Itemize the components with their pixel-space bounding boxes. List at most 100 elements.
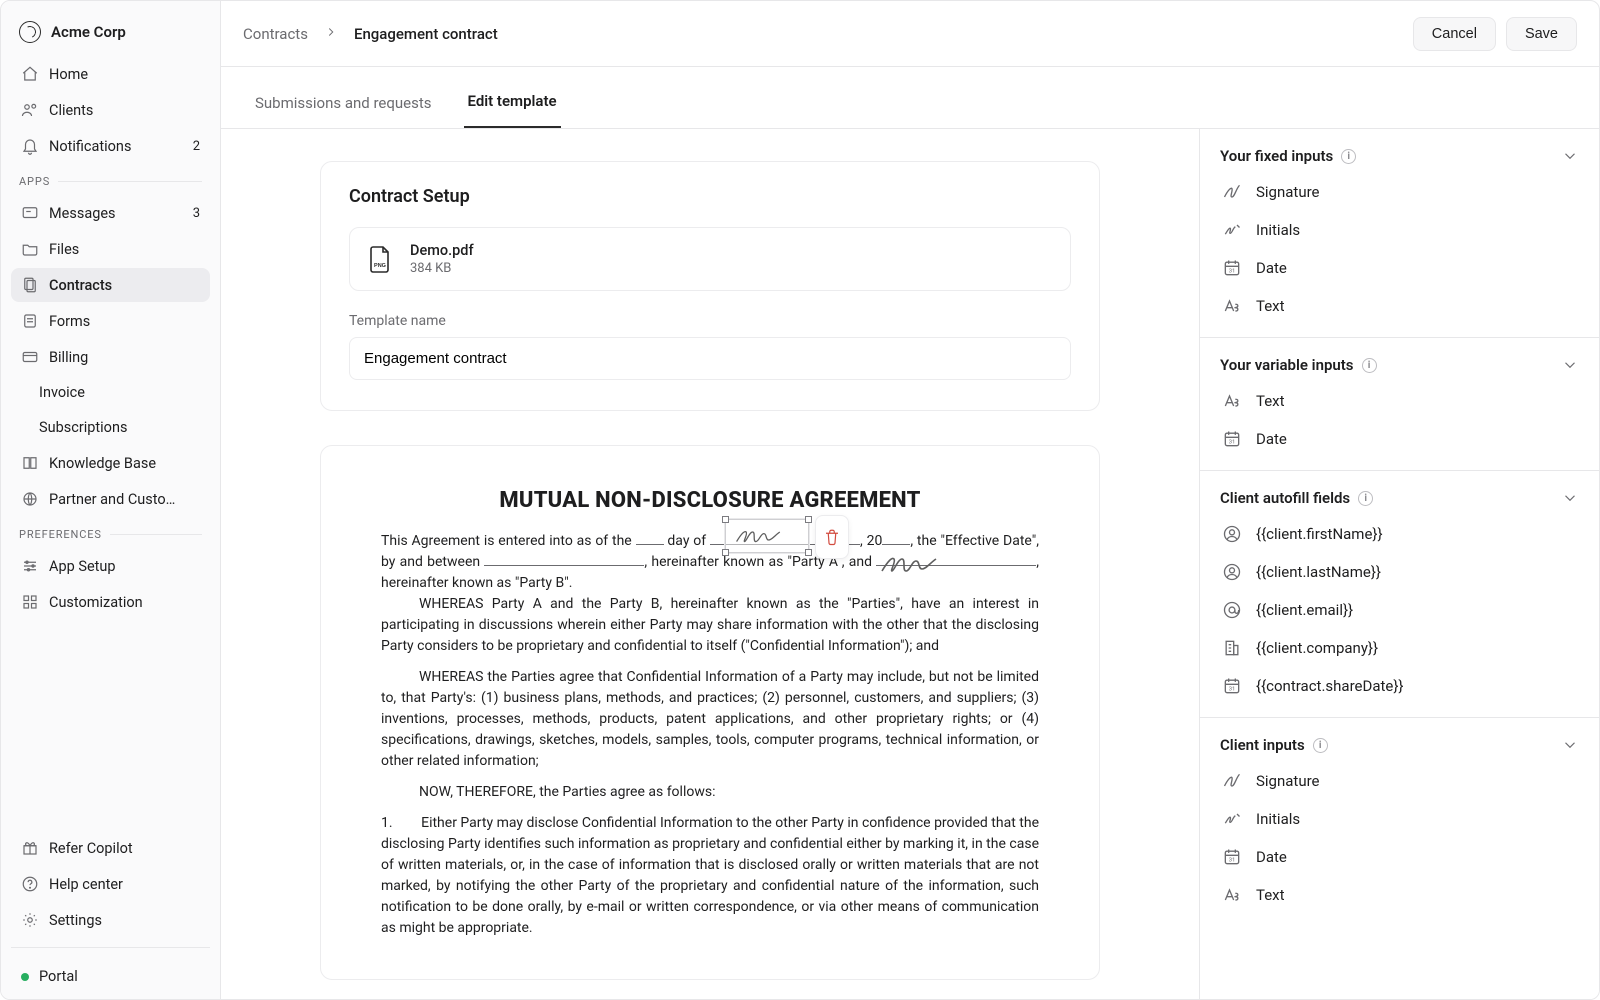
panel-header[interactable]: Your fixed inputsi — [1220, 143, 1579, 173]
sidebar-item-settings[interactable]: Settings — [11, 903, 210, 937]
field-client-company[interactable]: {{client.company}} — [1220, 629, 1579, 667]
sidebar-item-app-setup[interactable]: App Setup — [11, 549, 210, 583]
calendar-icon: 31 — [1222, 676, 1242, 696]
field-signature[interactable]: Signature — [1220, 762, 1579, 800]
calendar-icon: 31 — [1222, 847, 1242, 867]
sidebar-item-contracts[interactable]: Contracts — [11, 268, 210, 302]
initials-icon — [1222, 809, 1242, 829]
sidebar-item-help[interactable]: Help center — [11, 867, 210, 901]
info-icon[interactable]: i — [1313, 738, 1328, 753]
panel-header[interactable]: Client inputsi — [1220, 732, 1579, 762]
sidebar-item-subscriptions[interactable]: Subscriptions — [11, 411, 210, 444]
sidebar-item-label: Contracts — [49, 277, 200, 294]
sidebar-item-label: Files — [49, 241, 200, 258]
svg-text:31: 31 — [1229, 858, 1236, 864]
initials-icon — [1222, 220, 1242, 240]
field-client-email[interactable]: {{client.email}} — [1220, 591, 1579, 629]
sidebar-item-label: Clients — [49, 102, 200, 119]
doc-paragraph: NOW, THEREFORE, the Parties agree as fol… — [381, 782, 1039, 803]
calendar-icon: 31 — [1222, 429, 1242, 449]
field-date[interactable]: 31Date — [1220, 838, 1579, 876]
save-button[interactable]: Save — [1506, 17, 1577, 51]
sidebar-item-label: Billing — [49, 349, 200, 366]
template-name-input[interactable] — [349, 337, 1071, 380]
trash-icon — [823, 528, 841, 546]
gear-icon — [21, 911, 39, 929]
doc-paragraph: WHEREAS the Parties agree that Confident… — [381, 667, 1039, 772]
field-text[interactable]: Text — [1220, 876, 1579, 914]
sidebar-item-files[interactable]: Files — [11, 232, 210, 266]
text-icon — [1222, 391, 1242, 411]
sidebar-item-label: App Setup — [49, 558, 200, 575]
sidebar-item-billing[interactable]: Billing — [11, 340, 210, 374]
sidebar-item-messages[interactable]: Messages 3 — [11, 196, 210, 230]
panel-section-autofill: Client autofill fieldsi {{client.firstNa… — [1200, 471, 1599, 718]
doc-paragraph: 1. Either Party may disclose Confidentia… — [381, 813, 1039, 939]
sidebar-item-forms[interactable]: Forms — [11, 304, 210, 338]
field-label: Template name — [349, 313, 1071, 329]
sidebar-item-clients[interactable]: Clients — [11, 93, 210, 127]
field-signature[interactable]: Signature — [1220, 173, 1579, 211]
breadcrumb-root[interactable]: Contracts — [243, 25, 308, 43]
globe-icon — [21, 490, 39, 508]
building-icon — [1222, 638, 1242, 658]
sidebar-item-label: Notifications — [49, 138, 183, 155]
chevron-down-icon[interactable] — [1561, 147, 1579, 165]
field-initials[interactable]: Initials — [1220, 211, 1579, 249]
grid-icon — [21, 593, 39, 611]
document-intro: This Agreement is entered into as of the… — [381, 531, 1039, 594]
file-size: 384 KB — [410, 261, 474, 276]
uploaded-file-row[interactable]: PNG Demo.pdf 384 KB — [349, 227, 1071, 291]
field-contract-sharedate[interactable]: 31{{contract.shareDate}} — [1220, 667, 1579, 705]
field-date[interactable]: 31Date — [1220, 249, 1579, 287]
field-initials[interactable]: Initials — [1220, 800, 1579, 838]
tab-submissions[interactable]: Submissions and requests — [251, 76, 436, 128]
gift-icon — [21, 839, 39, 857]
field-date[interactable]: 31Date — [1220, 420, 1579, 458]
chevron-right-icon — [324, 25, 338, 43]
sidebar-item-label: Knowledge Base — [49, 455, 200, 472]
field-client-lastname[interactable]: {{client.lastName}} — [1220, 553, 1579, 591]
brand-name: Acme Corp — [51, 23, 126, 41]
field-client-firstname[interactable]: {{client.firstName}} — [1220, 515, 1579, 553]
panel-header[interactable]: Your variable inputsi — [1220, 352, 1579, 382]
sidebar-item-customization[interactable]: Customization — [11, 585, 210, 619]
sidebar-item-partner[interactable]: Partner and Custo… — [11, 482, 210, 516]
field-text[interactable]: Text — [1220, 382, 1579, 420]
info-icon[interactable]: i — [1362, 358, 1377, 373]
sidebar-item-home[interactable]: Home — [11, 57, 210, 91]
chevron-down-icon[interactable] — [1561, 489, 1579, 507]
sidebar-item-portal[interactable]: Portal — [11, 958, 210, 989]
document-preview[interactable]: MUTUAL NON-DISCLOSURE AGREEMENT This Agr… — [320, 445, 1100, 980]
chevron-down-icon[interactable] — [1561, 356, 1579, 374]
text-icon — [1222, 885, 1242, 905]
sidebar-item-knowledge-base[interactable]: Knowledge Base — [11, 446, 210, 480]
sidebar-item-invoice[interactable]: Invoice — [11, 376, 210, 409]
svg-text:31: 31 — [1229, 269, 1236, 275]
help-icon — [21, 875, 39, 893]
inputs-panel: Your fixed inputsi Signature Initials 31… — [1199, 129, 1599, 999]
signature-scribble-icon — [880, 553, 960, 575]
topbar: Contracts Engagement contract Cancel Sav… — [221, 1, 1599, 67]
panel-header[interactable]: Client autofill fieldsi — [1220, 485, 1579, 515]
field-text[interactable]: Text — [1220, 287, 1579, 325]
chevron-down-icon[interactable] — [1561, 736, 1579, 754]
brand[interactable]: Acme Corp — [11, 15, 210, 57]
panel-section-fixed: Your fixed inputsi Signature Initials 31… — [1200, 129, 1599, 338]
file-icon: PNG — [366, 243, 394, 275]
delete-field-button[interactable] — [815, 515, 849, 559]
at-icon — [1222, 600, 1242, 620]
sidebar-item-label: Messages — [49, 205, 183, 222]
tab-edit-template[interactable]: Edit template — [464, 74, 561, 128]
message-icon — [21, 204, 39, 222]
contract-setup-card: Contract Setup PNG Demo.pdf 384 KB Templ… — [320, 161, 1100, 411]
info-icon[interactable]: i — [1341, 149, 1356, 164]
doc-paragraph: WHEREAS Party A and the Party B, hereina… — [381, 594, 1039, 657]
sidebar-item-label: Refer Copilot — [49, 840, 200, 857]
info-icon[interactable]: i — [1358, 491, 1373, 506]
sidebar-item-label: Customization — [49, 594, 200, 611]
folder-icon — [21, 240, 39, 258]
cancel-button[interactable]: Cancel — [1413, 17, 1496, 51]
sidebar-item-notifications[interactable]: Notifications 2 — [11, 129, 210, 163]
sidebar-item-refer[interactable]: Refer Copilot — [11, 831, 210, 865]
